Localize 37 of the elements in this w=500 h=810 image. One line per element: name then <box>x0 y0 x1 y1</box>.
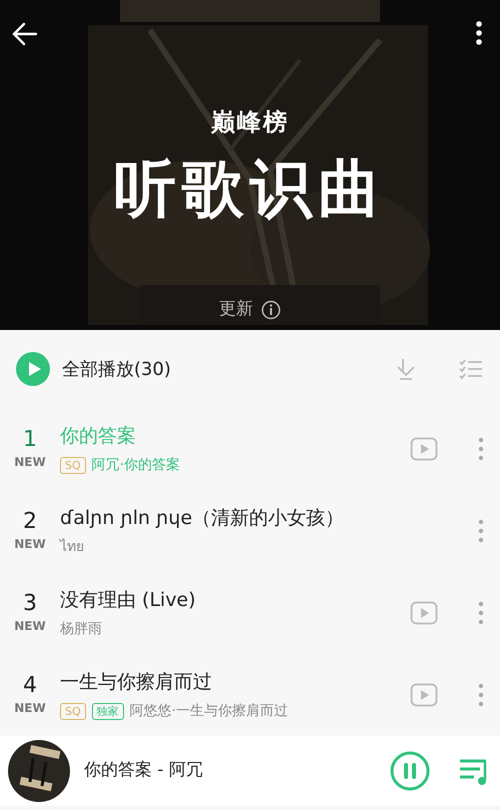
now-playing-title: 你的答案 - 阿冗 <box>84 759 204 782</box>
song-artist: 杨胖雨 <box>60 620 102 639</box>
rank-number: 3 <box>23 590 37 618</box>
song-row[interactable]: 2 NEW ɗalɲn ɲln ɲɥe（清新的小女孩） ไทย <box>0 490 500 572</box>
quality-tag: 独家 <box>92 702 124 720</box>
play-all-button[interactable]: 全部播放(30) <box>62 356 171 382</box>
logo-text: 巅峰榜 <box>211 107 289 138</box>
page-title: 听歌识曲 <box>114 151 386 227</box>
video-icon[interactable] <box>410 601 438 625</box>
song-title: ɗalɲn ɲln ɲɥe（清新的小女孩） <box>60 506 346 532</box>
song-title: 你的答案 <box>60 424 137 450</box>
song-artist: ไทย <box>60 538 84 557</box>
song-title: 没有理由 (Live) <box>60 588 197 614</box>
video-icon[interactable] <box>410 437 438 461</box>
more-icon[interactable] <box>474 20 484 46</box>
update-note: 更新 <box>219 298 253 321</box>
song-row[interactable]: 4 NEW 一生与你擦肩而过 SQ 独家 阿悠悠·一生与你擦肩而过 <box>0 654 500 736</box>
rank-number: 2 <box>23 508 37 536</box>
new-label: NEW <box>14 536 46 554</box>
new-label: NEW <box>14 454 46 472</box>
quality-tag: SQ <box>60 456 86 474</box>
quality-tag: SQ <box>60 702 86 720</box>
video-icon[interactable] <box>410 683 438 707</box>
song-row[interactable]: 1 NEW 你的答案 SQ 阿冗·你的答案 <box>0 408 500 490</box>
song-row[interactable]: 3 NEW 没有理由 (Live) 杨胖雨 <box>0 572 500 654</box>
info-icon[interactable] <box>261 300 281 320</box>
rank-number: 4 <box>23 672 37 700</box>
back-icon[interactable] <box>10 20 40 48</box>
play-all-icon[interactable] <box>16 352 50 386</box>
song-artist: 阿冗·你的答案 <box>92 456 180 475</box>
song-title: 一生与你擦肩而过 <box>60 670 213 696</box>
song-artist: 阿悠悠·一生与你擦肩而过 <box>130 702 288 721</box>
pause-icon[interactable] <box>390 751 430 791</box>
rank-number: 1 <box>23 426 37 454</box>
new-label: NEW <box>14 700 46 718</box>
new-label: NEW <box>14 618 46 636</box>
multi-select-icon[interactable] <box>458 357 484 381</box>
